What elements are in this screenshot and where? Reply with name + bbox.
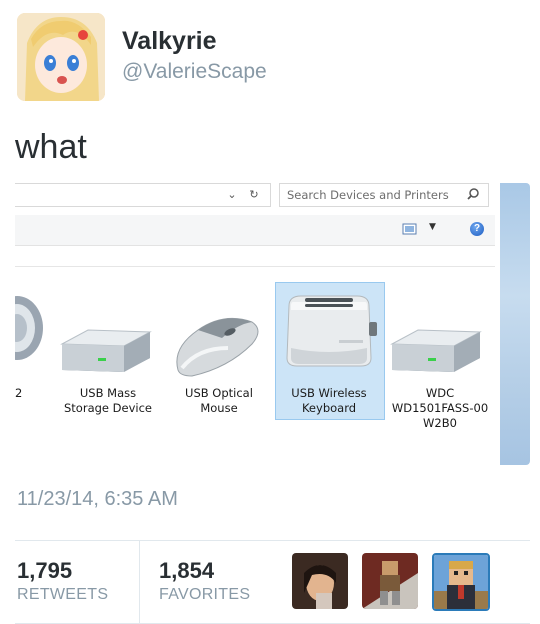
device-label-line: WDC [425, 386, 455, 400]
explorer-toolbar [15, 215, 495, 246]
chevron-down-icon: ⌄ [227, 188, 237, 201]
stat-divider [139, 541, 140, 623]
device-label-line: Keyboard [301, 401, 357, 415]
profile-avatar[interactable] [17, 13, 105, 101]
search-icon [466, 187, 480, 201]
favoriter-avatar[interactable] [292, 553, 348, 609]
retweet-label[interactable]: RETWEETS [17, 586, 108, 604]
device-label-line: USB Optical [185, 386, 253, 400]
favoriter-avatar[interactable] [432, 553, 490, 611]
view-options-icon [402, 222, 418, 236]
partial-device-label: 2 [15, 386, 23, 400]
device-label-usb-wireless-keyboard: USB Wireless Keyboard [277, 386, 381, 416]
tweet-text: what [15, 128, 87, 166]
device-label-line: WD1501FASS-00 [391, 401, 489, 415]
device-label-line: Storage Device [64, 401, 152, 415]
help-icon: ? [470, 222, 484, 236]
retweet-count[interactable]: 1,795 [17, 558, 72, 584]
search-placeholder: Search Devices and Printers [287, 188, 449, 202]
device-label-usb-optical-mouse: USB Optical Mouse [167, 386, 271, 416]
toaster-icon [279, 288, 379, 372]
display-name[interactable]: Valkyrie [122, 27, 217, 56]
device-label-line: USB Mass [79, 386, 137, 400]
device-label-wdc: WDC WD1501FASS-00 W2B0 [386, 386, 494, 431]
device-label-usb-mass-storage: USB Mass Storage Device [56, 386, 160, 416]
favoriter-avatar[interactable] [362, 553, 418, 609]
window-edge [500, 183, 530, 465]
hard-drive-icon [388, 318, 484, 378]
anime-avatar-image [17, 13, 105, 101]
device-label-line: Mouse [200, 401, 238, 415]
user-handle[interactable]: @ValerieScape [122, 60, 267, 84]
hard-drive-icon [58, 318, 154, 378]
mouse-icon [168, 308, 264, 380]
favorite-label[interactable]: FAVORITES [159, 586, 250, 604]
chevron-down-icon: ▼ [429, 222, 436, 232]
divider [15, 540, 530, 541]
partial-device-icon [0, 290, 45, 370]
tweet-timestamp[interactable]: 11/23/14, 6:35 AM [17, 488, 178, 511]
device-label-line: USB Wireless [291, 386, 367, 400]
favorite-count[interactable]: 1,854 [159, 558, 214, 584]
group-separator [15, 266, 495, 267]
refresh-icon: ↻ [249, 188, 259, 201]
device-label-line: W2B0 [423, 416, 457, 430]
